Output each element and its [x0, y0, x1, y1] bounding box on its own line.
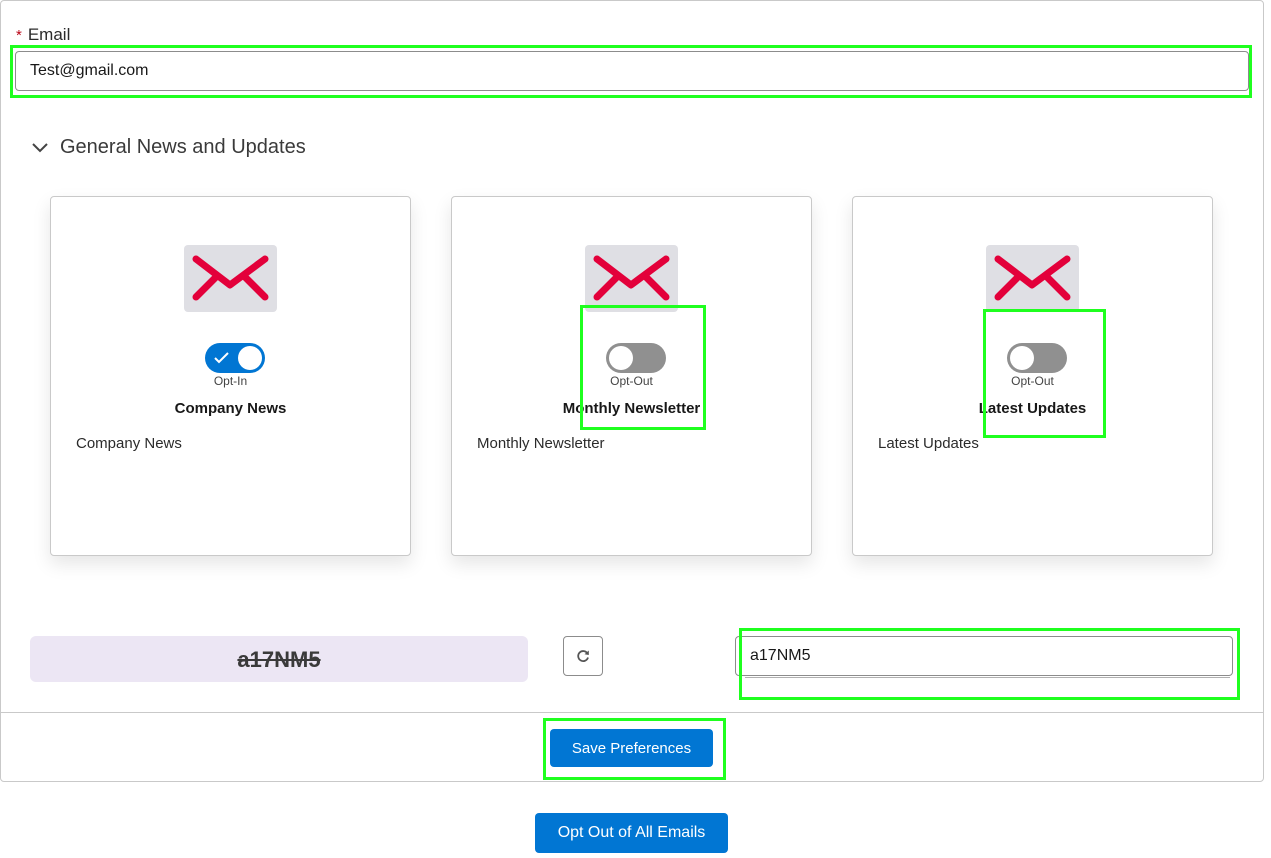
- required-marker: *: [16, 27, 22, 44]
- subscription-card-company-news: Opt-In Company News Company News: [50, 196, 411, 556]
- toggle-state-label: Opt-In: [213, 374, 248, 388]
- card-title: Latest Updates: [978, 400, 1087, 417]
- card-title: Company News: [174, 400, 287, 417]
- footer-divider: [0, 712, 1264, 713]
- chevron-down-icon: [30, 138, 50, 158]
- refresh-icon: [577, 650, 589, 662]
- opt-in-toggle[interactable]: [1007, 343, 1067, 373]
- mail-icon: [986, 245, 1079, 312]
- opt-in-toggle[interactable]: [205, 343, 265, 373]
- email-label: * Email: [16, 25, 70, 45]
- email-label-text: Email: [27, 25, 71, 44]
- captcha-display: a17NM5: [30, 636, 528, 682]
- toggle-knob: [238, 346, 262, 370]
- opt-in-toggle[interactable]: [606, 343, 666, 373]
- email-input[interactable]: [15, 51, 1249, 91]
- toggle-state-label: Opt-Out: [1011, 374, 1054, 388]
- mail-icon: [184, 245, 277, 312]
- section-toggle-general-news[interactable]: General News and Updates: [30, 136, 306, 159]
- refresh-captcha-button[interactable]: [563, 636, 603, 676]
- captcha-input[interactable]: [735, 636, 1233, 676]
- toggle-state-label: Opt-Out: [610, 374, 653, 388]
- toggle-knob: [1010, 346, 1034, 370]
- toggle-knob: [609, 346, 633, 370]
- opt-out-all-button[interactable]: Opt Out of All Emails: [535, 813, 728, 853]
- captcha-code: a17NM5: [237, 647, 321, 672]
- card-description: Latest Updates: [878, 435, 979, 452]
- captcha-input-underline: [745, 677, 1230, 678]
- card-description: Monthly Newsletter: [477, 435, 605, 452]
- mail-icon: [585, 245, 678, 312]
- section-title: General News and Updates: [60, 136, 306, 158]
- subscription-card-latest-updates: Opt-Out Latest Updates Latest Updates: [852, 196, 1213, 556]
- card-title: Monthly Newsletter: [562, 400, 701, 417]
- save-preferences-button[interactable]: Save Preferences: [550, 729, 713, 767]
- check-icon: [214, 352, 229, 364]
- subscription-card-monthly-newsletter: Opt-Out Monthly Newsletter Monthly Newsl…: [451, 196, 812, 556]
- card-description: Company News: [76, 435, 182, 452]
